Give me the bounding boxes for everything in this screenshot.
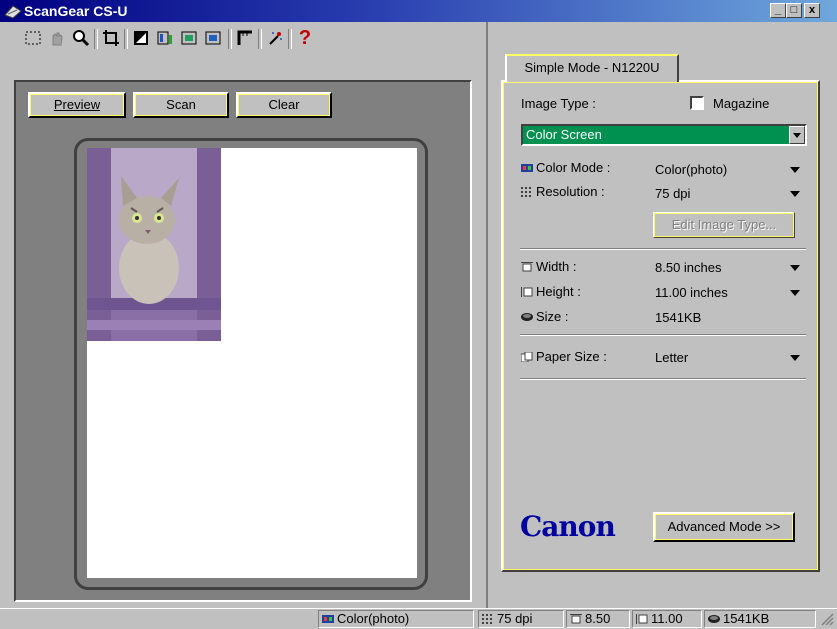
exposure-icon[interactable] xyxy=(130,27,152,49)
clear-button[interactable]: Clear xyxy=(236,92,332,118)
edit-image-type-button[interactable]: Edit Image Type... xyxy=(653,212,795,238)
tab-simple-mode[interactable]: Simple Mode - N1220U xyxy=(505,54,679,82)
width-value[interactable]: 8.50 inches xyxy=(655,260,722,275)
status-color-mode-text: Color(photo) xyxy=(337,611,410,626)
image-type-select[interactable]: Color Screen xyxy=(521,124,807,146)
width-icon xyxy=(521,262,533,272)
advanced-mode-button-label: Advanced Mode >> xyxy=(667,519,781,534)
maximize-icon: □ xyxy=(790,4,798,16)
minimize-button[interactable]: _ xyxy=(770,3,786,18)
preview-button-label: Preview xyxy=(53,97,101,112)
status-height-text: 11.00 xyxy=(651,611,683,626)
paper-size-value[interactable]: Letter xyxy=(655,350,688,365)
color-mode-dropdown-icon[interactable] xyxy=(790,167,800,173)
tab-panel xyxy=(501,80,820,572)
height-value[interactable]: 11.00 inches xyxy=(655,285,728,300)
width-icon xyxy=(570,614,582,624)
chevron-down-icon[interactable] xyxy=(789,126,805,144)
clear-button-label: Clear xyxy=(268,97,300,112)
paper-size-label: Paper Size : xyxy=(536,349,607,364)
canon-logo: Canon xyxy=(520,510,616,543)
preview-button[interactable]: Preview xyxy=(28,92,126,118)
scan-button[interactable]: Scan xyxy=(133,92,229,118)
close-icon: x xyxy=(808,4,816,16)
width-label: Width : xyxy=(536,259,577,274)
color-mode-value[interactable]: Color(photo) xyxy=(655,162,727,177)
settings-icon[interactable] xyxy=(264,27,286,49)
image-type-label: Image Type : xyxy=(521,96,596,111)
color-mode-icon xyxy=(521,164,533,172)
minimize-icon: _ xyxy=(774,4,782,16)
marquee-icon[interactable] xyxy=(22,27,44,49)
paper-size-dropdown-icon[interactable] xyxy=(790,355,800,361)
scan-button-label: Scan xyxy=(166,97,196,112)
height-row: Height : xyxy=(521,284,581,299)
tab-simple-mode-label: Simple Mode - N1220U xyxy=(524,60,660,75)
resolution-dropdown-icon[interactable] xyxy=(790,191,800,197)
auto-tone-icon[interactable] xyxy=(178,27,200,49)
crop-icon[interactable] xyxy=(100,27,122,49)
size-label: Size : xyxy=(536,309,569,324)
status-width-text: 8.50 xyxy=(585,611,611,626)
magazine-checkbox[interactable] xyxy=(690,96,704,110)
close-button[interactable]: x xyxy=(804,3,820,18)
color-mode-label: Color Mode : xyxy=(536,160,611,175)
status-height: 11.00 xyxy=(632,610,702,628)
maximize-button[interactable]: □ xyxy=(786,3,802,18)
color-adjust-icon[interactable] xyxy=(154,27,176,49)
resize-grip-icon[interactable] xyxy=(820,612,834,626)
width-dropdown-icon[interactable] xyxy=(790,265,800,271)
divider xyxy=(520,248,806,250)
divider xyxy=(520,334,806,336)
zoom-icon[interactable] xyxy=(70,27,92,49)
scangear-app-icon xyxy=(4,5,22,19)
status-resolution-text: 75 dpi xyxy=(497,611,533,626)
color-mode-row: Color Mode : xyxy=(521,160,610,175)
status-color-mode: Color(photo) xyxy=(318,610,474,628)
disk-icon xyxy=(708,615,720,623)
status-size-text: 1541KB xyxy=(723,611,770,626)
status-width: 8.50 xyxy=(566,610,630,628)
paper-size-icon xyxy=(521,352,533,362)
height-label: Height : xyxy=(536,284,581,299)
advanced-mode-button[interactable]: Advanced Mode >> xyxy=(653,512,795,542)
ruler-icon[interactable] xyxy=(234,27,256,49)
resolution-label: Resolution : xyxy=(536,184,605,199)
image-type-value: Color Screen xyxy=(526,127,602,142)
resolution-icon xyxy=(482,614,492,624)
status-size: 1541KB xyxy=(704,610,816,628)
height-icon xyxy=(521,287,533,297)
paper-size-row: Paper Size : xyxy=(521,349,607,364)
size-row: Size : xyxy=(521,309,569,324)
color-mode-icon xyxy=(322,615,334,623)
hand-icon[interactable] xyxy=(46,27,68,49)
magazine-label[interactable]: Magazine xyxy=(713,96,769,111)
resolution-value[interactable]: 75 dpi xyxy=(655,186,690,201)
divider xyxy=(520,378,806,380)
height-icon xyxy=(636,614,648,624)
help-icon[interactable]: ? xyxy=(294,27,316,49)
levels-icon[interactable] xyxy=(202,27,224,49)
disk-icon xyxy=(521,313,533,321)
preview-photo-image xyxy=(87,148,221,341)
height-dropdown-icon[interactable] xyxy=(790,290,800,296)
window-title: ScanGear CS-U xyxy=(24,3,128,19)
size-value: 1541KB xyxy=(655,310,702,325)
resolution-row: Resolution : xyxy=(521,184,605,199)
width-row: Width : xyxy=(521,259,576,274)
status-resolution: 75 dpi xyxy=(478,610,564,628)
resolution-icon xyxy=(521,187,531,197)
